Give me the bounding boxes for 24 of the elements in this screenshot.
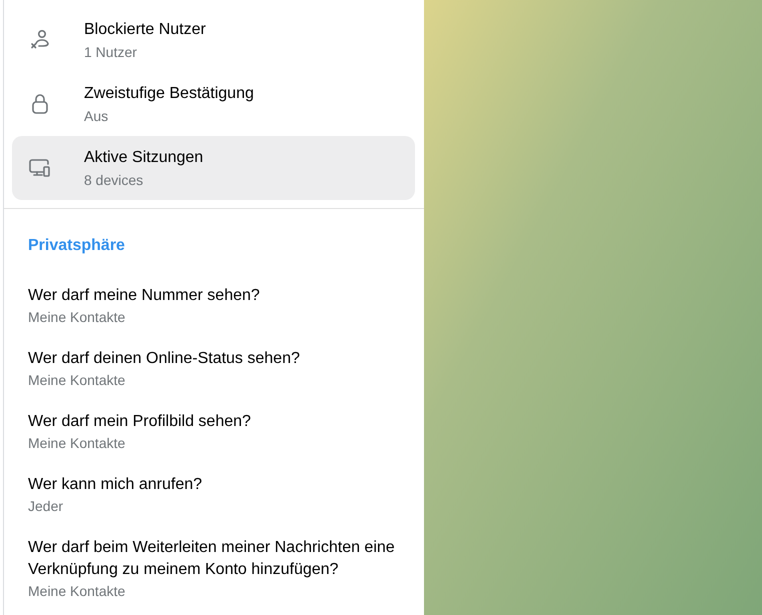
privacy-setting[interactable]: Wer darf beim Weiterleiten meiner Nachrichten eine Verknüpfung zu meinem Konto hinzufügen? Meine Kontakte <box>4 527 424 607</box>
settings-item[interactable]: Aktive Sitzungen 8 devices <box>12 136 415 200</box>
setting-title: Wer darf deinen Online-Status sehen? <box>28 349 301 369</box>
devices-icon <box>28 156 52 180</box>
privacy-setting[interactable]: Wer darf deinen Online-Status sehen? Meine Kontakte <box>4 338 424 401</box>
item-subtitle: Aus <box>84 106 110 124</box>
privacy-setting[interactable]: Wer darf mein Profilbild sehen? Meine Kontakte <box>4 401 424 464</box>
setting-value: Jeder <box>28 497 64 515</box>
privacy-setting[interactable]: Wer darf meine Nummer sehen? Meine Kontakte <box>4 275 424 338</box>
item-title: Aktive Sitzungen <box>84 148 204 168</box>
item-subtitle: 1 Nutzer <box>84 42 138 60</box>
item-subtitle: 8 devices <box>84 170 144 188</box>
setting-title: Wer darf beim Weiterleiten meiner Nachrichten eine Verknüpfung zu meinem Konto hinzufügen? <box>28 538 396 580</box>
setting-value: Meine Kontakte <box>28 308 126 326</box>
setting-title: Wer darf mein Profilbild sehen? <box>28 412 252 432</box>
setting-title: Wer darf meine Nummer sehen? <box>28 286 261 306</box>
item-title: Zweistufige Bestätigung <box>84 84 254 104</box>
privacy-setting[interactable]: Wer kann mich anrufen? Jeder <box>4 464 424 527</box>
setting-value: Meine Kontakte <box>28 434 126 452</box>
setting-value: Meine Kontakte <box>28 582 126 600</box>
item-title: Blockierte Nutzer <box>84 20 206 40</box>
section-heading: Privatsphäre <box>28 236 126 256</box>
setting-value: Meine Kontakte <box>28 371 126 389</box>
setting-title: Wer kann mich anrufen? <box>28 475 204 495</box>
